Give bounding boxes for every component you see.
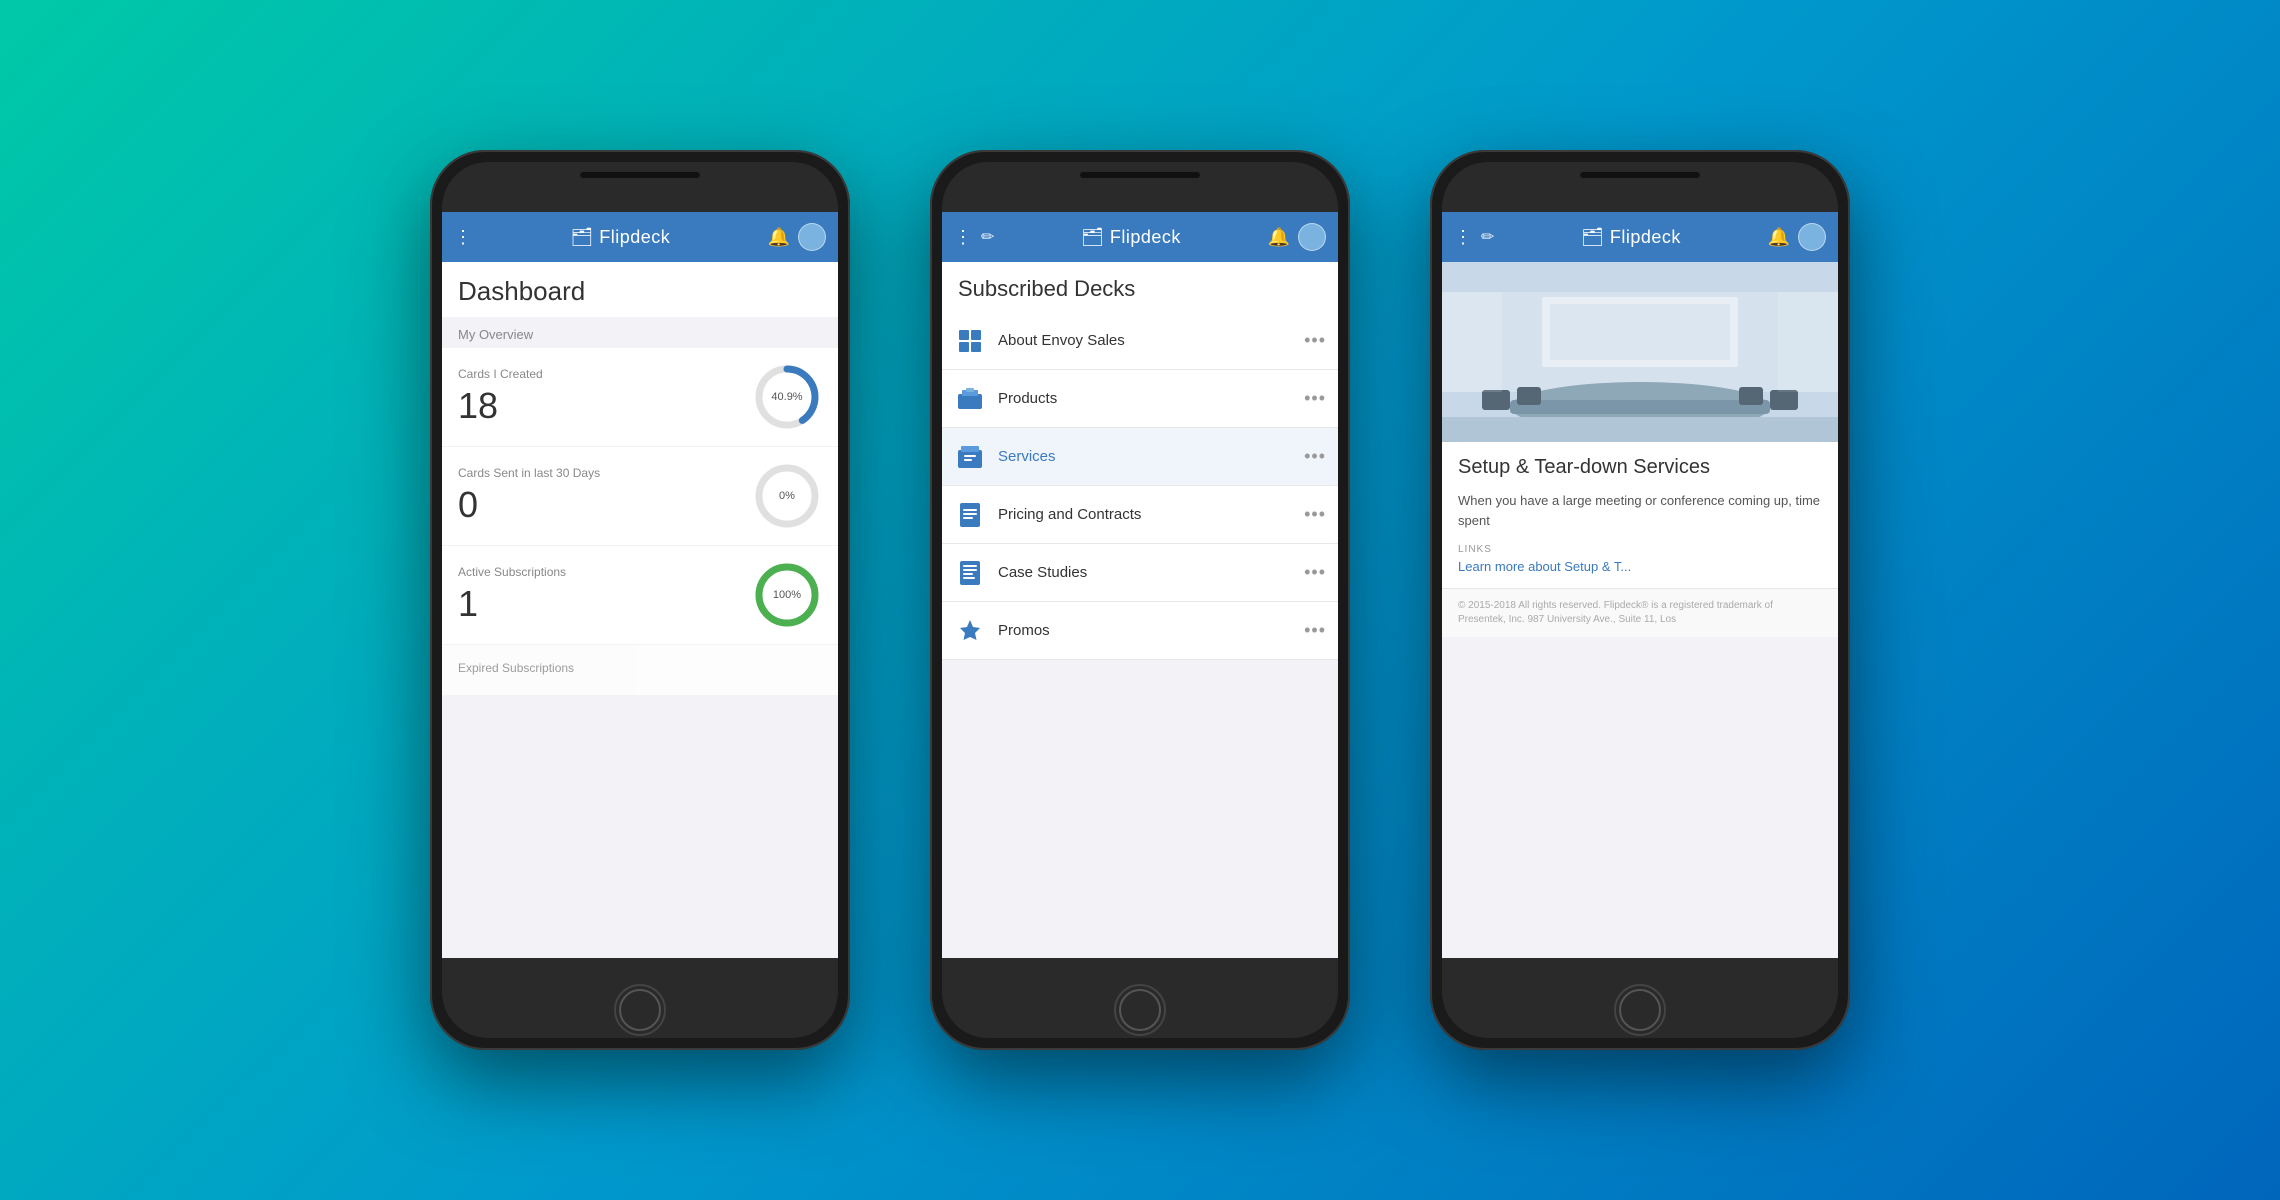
app-name-3: Flipdeck	[1610, 227, 1681, 248]
stat-label-created: Cards I Created	[458, 367, 543, 381]
deck-icon-promos	[954, 615, 986, 647]
stat-card-sent[interactable]: Cards Sent in last 30 Days 0 0%	[442, 447, 838, 545]
deck-item-about[interactable]: About Envoy Sales •••	[942, 312, 1338, 370]
menu-dots-icon-2[interactable]: ⋮	[954, 228, 973, 246]
deck-icon-about	[954, 325, 986, 357]
stat-label-expired: Expired Subscriptions	[458, 661, 574, 675]
avatar[interactable]	[798, 223, 826, 251]
deck-icon-pricing	[954, 499, 986, 531]
dashboard-content: Dashboard My Overview Cards I Created 18…	[442, 262, 838, 958]
deck-more-about[interactable]: •••	[1304, 330, 1326, 351]
stat-label-sent: Cards Sent in last 30 Days	[458, 466, 600, 480]
app-logo-2: 🗂 Flipdeck	[1002, 227, 1259, 248]
deck-item-products[interactable]: Products •••	[942, 370, 1338, 428]
logo-icon: 🗂	[570, 227, 593, 248]
stat-label-subscriptions: Active Subscriptions	[458, 565, 566, 579]
deck-item-casestudies[interactable]: Case Studies •••	[942, 544, 1338, 602]
stat-value-subscriptions: 1	[458, 583, 566, 625]
phone-speaker-1	[580, 172, 700, 178]
card-description: When you have a large meeting or confere…	[1458, 491, 1822, 530]
donut-sent: 0%	[752, 461, 822, 531]
donut-created: 40.9%	[752, 362, 822, 432]
phone-2: ⋮ ✏ 🗂 Flipdeck 🔔 Subscribed Decks	[930, 150, 1350, 1050]
card-footer-text: © 2015-2018 All rights reserved. Flipdec…	[1458, 599, 1822, 627]
home-button-2[interactable]	[1114, 984, 1166, 1036]
phone-3: ⋮ ✏ 🗂 Flipdeck 🔔	[1430, 150, 1850, 1050]
card-title: Setup & Tear-down Services	[1458, 456, 1822, 479]
home-button-3[interactable]	[1614, 984, 1666, 1036]
deck-icon-services	[954, 441, 986, 473]
deck-more-casestudies[interactable]: •••	[1304, 562, 1326, 583]
deck-label-casestudies: Case Studies	[998, 564, 1292, 581]
donut-percent-sent: 0%	[779, 490, 795, 502]
deck-more-services[interactable]: •••	[1304, 446, 1326, 467]
stat-card-subscriptions[interactable]: Active Subscriptions 1 100%	[442, 546, 838, 644]
app-header-2: ⋮ ✏ 🗂 Flipdeck 🔔	[942, 212, 1338, 262]
stat-card-created[interactable]: Cards I Created 18 40.9%	[442, 348, 838, 446]
donut-percent-subscriptions: 100%	[773, 589, 801, 601]
bell-icon[interactable]: 🔔	[768, 227, 790, 248]
card-image	[1442, 262, 1838, 442]
deck-icon-products	[954, 383, 986, 415]
donut-percent-created: 40.9%	[771, 391, 802, 403]
phone-speaker-2	[1080, 172, 1200, 178]
app-logo-3: 🗂 Flipdeck	[1502, 227, 1759, 248]
deck-icon-casestudies	[954, 557, 986, 589]
edit-icon-2[interactable]: ✏	[981, 227, 994, 247]
deck-label-pricing: Pricing and Contracts	[998, 506, 1292, 523]
app-header-1: ⋮ 🗂 Flipdeck 🔔	[442, 212, 838, 262]
phone-speaker-3	[1580, 172, 1700, 178]
deck-item-services[interactable]: Services •••	[942, 428, 1338, 486]
deck-more-promos[interactable]: •••	[1304, 620, 1326, 641]
decks-title: Subscribed Decks	[942, 262, 1338, 312]
donut-subscriptions: 100%	[752, 560, 822, 630]
deck-more-products[interactable]: •••	[1304, 388, 1326, 409]
dashboard-title: Dashboard	[442, 262, 838, 317]
edit-icon-3[interactable]: ✏	[1481, 227, 1494, 247]
app-logo: 🗂 Flipdeck	[481, 227, 760, 248]
bell-icon-2[interactable]: 🔔	[1268, 227, 1290, 248]
card-body: Setup & Tear-down Services When you have…	[1442, 442, 1838, 588]
avatar-2[interactable]	[1298, 223, 1326, 251]
deck-item-pricing[interactable]: Pricing and Contracts •••	[942, 486, 1338, 544]
card-footer: © 2015-2018 All rights reserved. Flipdec…	[1442, 588, 1838, 637]
deck-label-products: Products	[998, 390, 1292, 407]
card-detail: Setup & Tear-down Services When you have…	[1442, 262, 1838, 637]
deck-item-promos[interactable]: Promos •••	[942, 602, 1338, 660]
menu-dots-icon[interactable]: ⋮	[454, 228, 473, 246]
stat-value-sent: 0	[458, 484, 600, 526]
app-name-2: Flipdeck	[1110, 227, 1181, 248]
deck-more-pricing[interactable]: •••	[1304, 504, 1326, 525]
app-name: Flipdeck	[599, 227, 670, 248]
card-link[interactable]: Learn more about Setup & T...	[1458, 559, 1822, 574]
stat-value-created: 18	[458, 385, 543, 427]
deck-label-about: About Envoy Sales	[998, 332, 1292, 349]
logo-icon-2: 🗂	[1081, 227, 1104, 248]
bell-icon-3[interactable]: 🔔	[1768, 227, 1790, 248]
deck-label-promos: Promos	[998, 622, 1292, 639]
phone-1: ⋮ 🗂 Flipdeck 🔔 Dashboard My Overview Car…	[430, 150, 850, 1050]
stat-card-expired[interactable]: Expired Subscriptions	[442, 645, 838, 695]
app-header-3: ⋮ ✏ 🗂 Flipdeck 🔔	[1442, 212, 1838, 262]
home-button-1[interactable]	[614, 984, 666, 1036]
avatar-3[interactable]	[1798, 223, 1826, 251]
overview-section-title: My Overview	[442, 317, 838, 348]
logo-icon-3: 🗂	[1581, 227, 1604, 248]
card-detail-content: Setup & Tear-down Services When you have…	[1442, 262, 1838, 958]
menu-dots-icon-3[interactable]: ⋮	[1454, 228, 1473, 246]
card-links-label: LINKS	[1458, 544, 1822, 555]
deck-label-services: Services	[998, 448, 1292, 465]
decks-content: Subscribed Decks About Envoy Sales •••	[942, 262, 1338, 958]
